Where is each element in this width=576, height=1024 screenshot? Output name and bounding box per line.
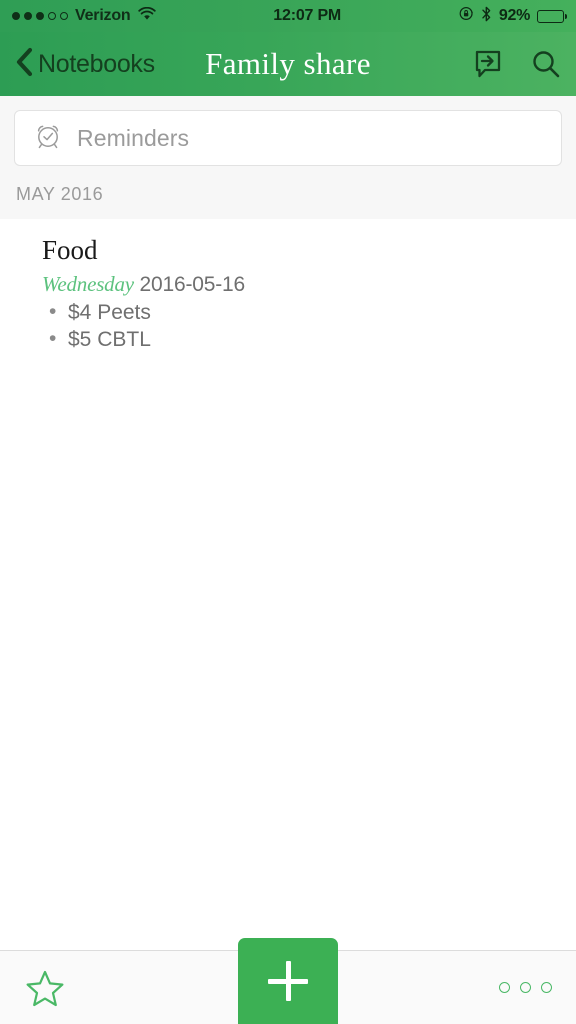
back-button[interactable]: Notebooks	[14, 46, 155, 83]
section-header: MAY 2016	[0, 166, 576, 219]
add-note-button[interactable]	[238, 938, 338, 1024]
more-options-icon[interactable]	[499, 982, 552, 993]
note-title: Food	[42, 235, 98, 265]
carrier-label: Verizon	[75, 7, 131, 24]
battery-icon	[537, 9, 567, 23]
plus-vertical-bar	[285, 961, 291, 1001]
reminders-bar[interactable]: Reminders	[14, 110, 562, 166]
signal-dot-3	[36, 12, 44, 20]
star-outline-icon[interactable]	[24, 967, 66, 1009]
status-bar-left: Verizon	[12, 6, 156, 26]
more-dot-2	[520, 982, 531, 993]
back-button-label: Notebooks	[38, 49, 155, 78]
note-snippet-item: $4 Peets	[42, 299, 560, 327]
share-chat-icon[interactable]	[472, 48, 504, 80]
status-bar: Verizon 12:07 PM 92%	[0, 0, 576, 32]
reminders-label: Reminders	[77, 124, 190, 151]
signal-strength-dots	[12, 12, 68, 20]
note-snippet-list: $4 Peets $5 CBTL	[42, 299, 560, 354]
status-bar-clock: 12:07 PM	[273, 7, 342, 24]
rotation-lock-icon	[459, 6, 474, 26]
note-list-item[interactable]: Food Wednesday 2016-05-16 $4 Peets $5 CB…	[0, 219, 576, 368]
more-dot-1	[499, 982, 510, 993]
search-icon[interactable]	[530, 48, 562, 80]
status-bar-right: 92%	[459, 6, 567, 27]
navigation-bar: Notebooks Family share	[0, 32, 576, 96]
signal-dot-4	[48, 12, 56, 20]
navigation-actions	[472, 48, 562, 80]
app-root: Verizon 12:07 PM 92% Notebooks Family sh…	[0, 0, 576, 1024]
note-weekday: Wednesday	[42, 272, 134, 297]
note-meta: Wednesday 2016-05-16	[42, 272, 560, 297]
bottom-toolbar	[0, 938, 576, 1024]
bluetooth-icon	[481, 6, 492, 27]
note-list: Food Wednesday 2016-05-16 $4 Peets $5 CB…	[0, 219, 576, 950]
plus-icon	[268, 961, 308, 1001]
signal-dot-5	[60, 12, 68, 20]
more-dot-3	[541, 982, 552, 993]
wifi-icon	[137, 6, 156, 26]
reminders-zone: Reminders	[0, 96, 576, 166]
note-snippet-item: $5 CBTL	[42, 326, 560, 354]
battery-percent-label: 92%	[498, 7, 530, 24]
chevron-left-icon	[14, 46, 34, 83]
signal-dot-2	[24, 12, 32, 20]
note-date: 2016-05-16	[139, 273, 246, 297]
signal-dot-1	[12, 12, 20, 20]
alarm-clock-check-icon	[33, 121, 63, 156]
